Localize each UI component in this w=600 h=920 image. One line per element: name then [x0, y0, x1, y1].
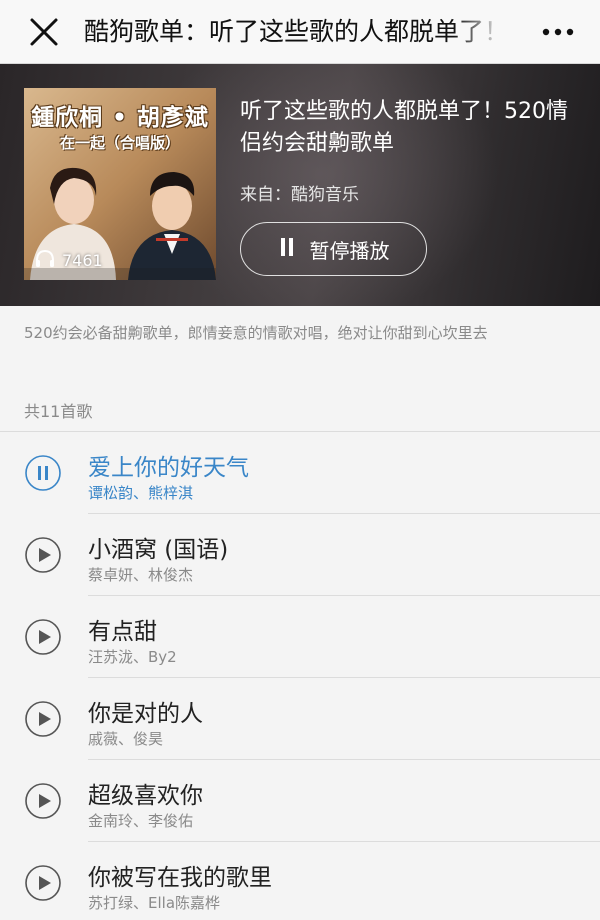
song-title: 你是对的人	[88, 701, 203, 727]
song-row[interactable]: 你是对的人 戚薇、俊昊	[0, 678, 600, 760]
playlist-header: 鍾欣桐 • 胡彥斌 在一起（合唱版） 7461 听了这些歌的人都脱单了！520情…	[0, 64, 600, 306]
song-artist: 谭松韵、熊梓淇	[88, 484, 194, 502]
nav-bar: 酷狗歌单：听了这些歌的人都脱单了！	[0, 0, 600, 64]
playlist-cover[interactable]: 鍾欣桐 • 胡彥斌 在一起（合唱版） 7461	[24, 88, 216, 280]
song-artist: 汪苏泷、By2	[88, 648, 177, 666]
more-icon[interactable]	[538, 20, 578, 44]
pause-icon	[278, 236, 296, 262]
song-title: 超级喜欢你	[88, 783, 203, 809]
song-artist: 蔡卓妍、林俊杰	[88, 566, 194, 584]
song-title: 有点甜	[88, 619, 157, 645]
listen-count-badge: 7461	[34, 248, 103, 272]
cover-artist-text: 鍾欣桐 • 胡彥斌	[31, 105, 209, 131]
play-icon[interactable]	[24, 618, 62, 656]
song-row[interactable]: 超级喜欢你 金南玲、李俊佑	[0, 760, 600, 842]
play-icon[interactable]	[24, 782, 62, 820]
play-icon[interactable]	[24, 536, 62, 574]
playlist-source[interactable]: 来自：酷狗音乐	[240, 180, 359, 205]
headphones-icon	[34, 248, 56, 272]
listen-count: 7461	[62, 250, 103, 270]
song-artist: 戚薇、俊昊	[88, 730, 164, 748]
play-icon[interactable]	[24, 864, 62, 902]
song-title: 爱上你的好天气	[88, 455, 249, 481]
song-row[interactable]: 小酒窝 (国语) 蔡卓妍、林俊杰	[0, 514, 600, 596]
pause-playback-label: 暂停播放	[309, 238, 390, 263]
song-title: 小酒窝 (国语)	[88, 537, 229, 563]
song-row[interactable]: 有点甜 汪苏泷、By2	[0, 596, 600, 678]
song-row[interactable]: 你被写在我的歌里 苏打绿、Ella陈嘉桦	[0, 842, 600, 920]
play-icon[interactable]	[24, 700, 62, 738]
song-artist: 金南玲、李俊佑	[88, 812, 194, 830]
close-icon[interactable]	[26, 14, 62, 50]
song-artist: 苏打绿、Ella陈嘉桦	[88, 894, 221, 912]
song-row[interactable]: 爱上你的好天气 谭松韵、熊梓淇	[0, 432, 600, 514]
song-list: 爱上你的好天气 谭松韵、熊梓淇 小酒窝 (国语) 蔡卓妍、林俊杰 有点甜 汪苏泷…	[0, 432, 600, 920]
pause-playback-button[interactable]: 暂停播放	[240, 222, 427, 276]
song-title: 你被写在我的歌里	[88, 865, 272, 891]
playlist-description: 520约会必备甜齁歌单，郎情妾意的情歌对唱，绝对让你甜到心坎里去	[24, 324, 488, 342]
pause-icon[interactable]	[24, 454, 62, 492]
song-count: 共11首歌	[24, 402, 93, 421]
cover-album-text: 在一起（合唱版）	[59, 134, 180, 152]
page-title: 酷狗歌单：听了这些歌的人都脱单了！	[84, 17, 504, 46]
playlist-title: 听了这些歌的人都脱单了！520情侣约会甜齁歌单	[240, 99, 568, 156]
